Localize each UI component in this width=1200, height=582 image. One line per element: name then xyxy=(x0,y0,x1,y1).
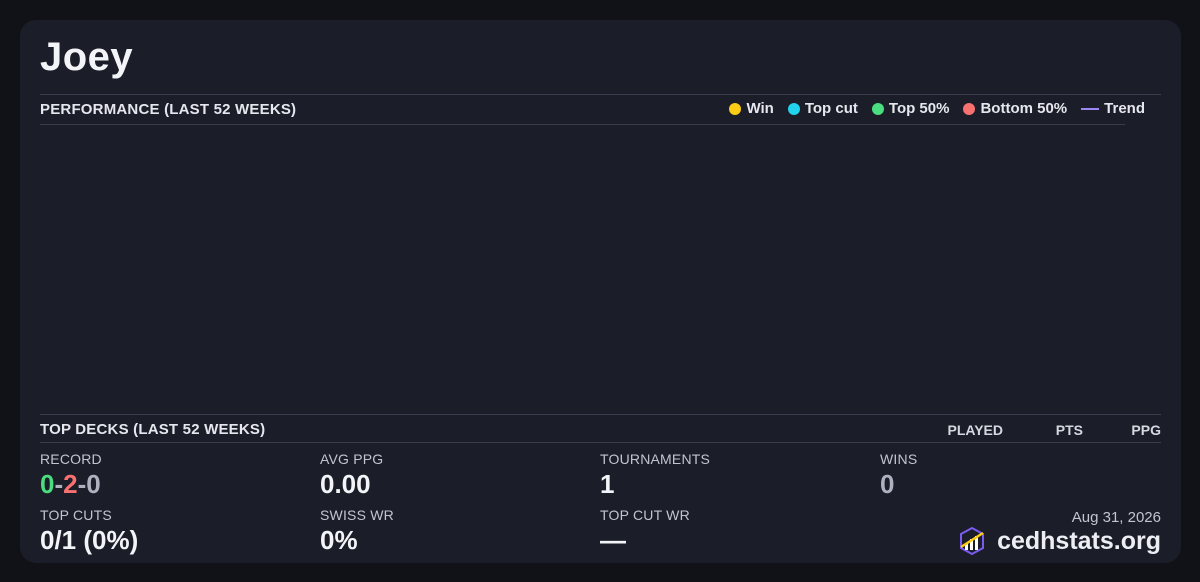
brand-name: cedhstats.org xyxy=(997,526,1161,555)
record-wins: 0 xyxy=(40,469,55,499)
divider-decks-header xyxy=(40,442,1161,443)
top-50-dot-icon xyxy=(871,102,884,115)
legend-label: Top cut xyxy=(804,100,858,117)
legend-item-top-50[interactable]: Top 50% xyxy=(871,100,950,117)
legend-label: Trend xyxy=(1104,100,1145,117)
top-decks-column-headers: PLAYED PTS PPG xyxy=(943,422,1161,438)
legend-item-trend[interactable]: Trend xyxy=(1081,100,1145,117)
divider-top xyxy=(40,94,1161,95)
trend-line-icon xyxy=(1081,107,1100,110)
player-card: Joey PERFORMANCE (LAST 52 WEEKS) Win Top… xyxy=(20,20,1181,563)
player-name: Joey xyxy=(40,35,134,79)
win-dot-icon xyxy=(729,102,742,115)
report-date: Aug 31, 2026 xyxy=(1071,509,1161,526)
performance-title: PERFORMANCE (LAST 52 WEEKS) xyxy=(40,101,297,118)
divider-legend xyxy=(40,124,1125,125)
stat-label: TOP CUT WR xyxy=(600,507,690,523)
stat-label: AVG PPG xyxy=(320,451,384,467)
column-pts[interactable]: PTS xyxy=(1003,422,1083,438)
cedhstats-chart-logo-icon xyxy=(960,526,985,556)
tournaments-value: 1 xyxy=(600,469,615,499)
top-cut-wr-value: — xyxy=(600,525,626,555)
stat-label: WINS xyxy=(880,451,918,467)
legend-item-win[interactable]: Win xyxy=(729,100,774,117)
legend-label: Win xyxy=(746,100,774,117)
top-cuts-value: 0/1 (0%) xyxy=(40,525,139,555)
performance-legend: Win Top cut Top 50% Bottom 50% Trend xyxy=(729,100,1145,117)
stat-avg-ppg: AVG PPG 0.00 xyxy=(320,451,383,500)
bottom-50-dot-icon xyxy=(963,102,976,115)
top-cut-dot-icon xyxy=(787,102,800,115)
stat-label: TOP CUTS xyxy=(40,507,112,523)
performance-chart-area xyxy=(40,126,1125,414)
legend-label: Top 50% xyxy=(888,100,950,117)
top-decks-title: TOP DECKS (LAST 52 WEEKS) xyxy=(40,421,266,438)
column-ppg[interactable]: PPG xyxy=(1083,422,1161,438)
stat-top-cuts: TOP CUTS 0/1 (0%) xyxy=(40,507,138,556)
avg-ppg-value: 0.00 xyxy=(320,469,371,499)
swiss-wr-value: 0% xyxy=(320,525,358,555)
divider-decks xyxy=(40,414,1161,415)
record-separator: - xyxy=(77,469,87,499)
wins-value: 0 xyxy=(880,469,895,499)
stat-top-cut-wr: TOP CUT WR — xyxy=(600,507,690,556)
stat-label: TOURNAMENTS xyxy=(600,451,711,467)
brand[interactable]: cedhstats.org xyxy=(957,526,1161,556)
stat-label: RECORD xyxy=(40,451,102,467)
record-losses: 2 xyxy=(63,469,78,499)
stat-tournaments: TOURNAMENTS 1 xyxy=(600,451,710,500)
stat-swiss-wr: SWISS WR 0% xyxy=(320,507,394,556)
stat-label: SWISS WR xyxy=(320,507,394,523)
legend-item-bottom-50[interactable]: Bottom 50% xyxy=(963,100,1067,117)
stat-record: RECORD 0-2-0 xyxy=(40,451,102,500)
stat-wins: WINS 0 xyxy=(880,451,917,500)
record-value: 0-2-0 xyxy=(40,469,102,500)
record-draws: 0 xyxy=(86,469,101,499)
column-played[interactable]: PLAYED xyxy=(943,422,1003,438)
legend-label: Bottom 50% xyxy=(980,100,1068,117)
legend-item-top-cut[interactable]: Top cut xyxy=(787,100,858,117)
record-separator: - xyxy=(54,469,64,499)
